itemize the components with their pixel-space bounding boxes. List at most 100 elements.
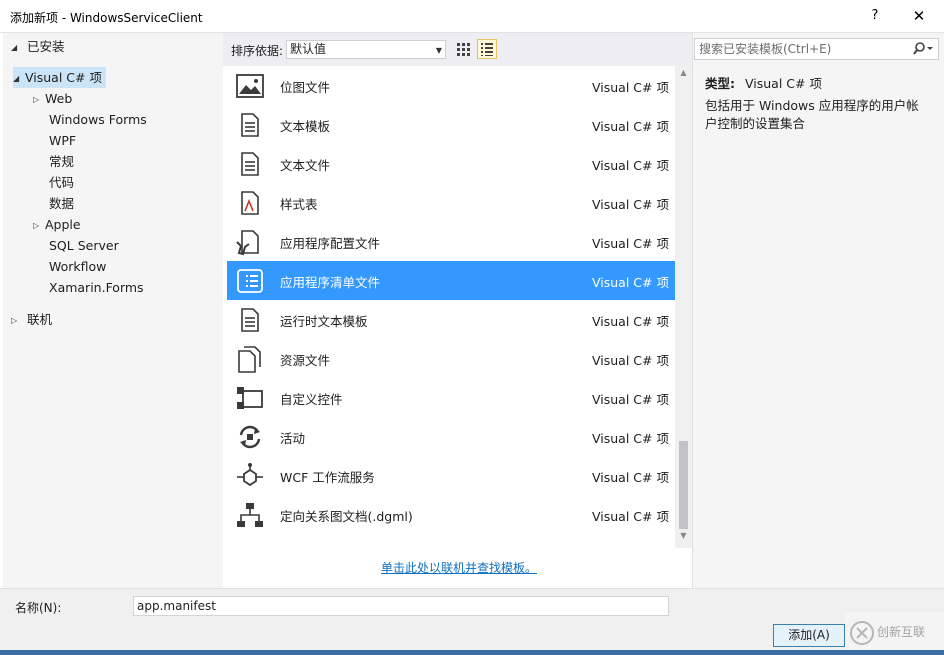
template-name: 文本模板 <box>280 119 331 134</box>
custom-control-icon <box>235 384 265 412</box>
tree-item[interactable]: Workflow <box>33 256 106 277</box>
title-bar: 添加新项 - WindowsServiceClient ? ✕ <box>0 0 944 33</box>
tree-item-label: Windows Forms <box>49 112 147 127</box>
collapsed-arrow-icon: ▷ <box>11 316 18 325</box>
tree-item[interactable]: ▷ Apple <box>33 214 81 235</box>
installed-label: 已安装 <box>26 39 65 54</box>
tree-item[interactable]: 数据 <box>33 193 74 214</box>
chevron-down-icon: ▼ <box>435 46 442 55</box>
online-label: 联机 <box>26 312 52 327</box>
template-item[interactable]: 文本模板 Visual C# 项 <box>227 105 675 144</box>
template-item[interactable]: 样式表 Visual C# 项 <box>227 183 675 222</box>
name-input[interactable]: app.manifest <box>133 596 669 616</box>
template-item[interactable]: 资源文件 Visual C# 项 <box>227 339 675 378</box>
template-name: 样式表 <box>280 197 318 212</box>
tree-item[interactable]: SQL Server <box>33 235 119 256</box>
template-item[interactable]: 定向关系图文档(.dgml) Visual C# 项 <box>227 495 675 534</box>
template-item[interactable]: 应用程序清单文件 Visual C# 项 <box>227 261 675 300</box>
dgml-icon <box>235 501 265 529</box>
watermark-logo: 创新互联 <box>845 612 944 655</box>
config-file-icon <box>235 228 265 256</box>
tree-item-label: 代码 <box>49 175 75 190</box>
grid-view-button[interactable] <box>453 39 473 59</box>
template-type: Visual C# 项 <box>592 158 669 173</box>
item-type: 类型: Visual C# 项 <box>705 73 822 92</box>
tree-item[interactable]: ◢ Visual C# 项 <box>13 67 106 88</box>
text-template-icon <box>235 111 265 139</box>
type-value: Visual C# 项 <box>744 76 822 91</box>
list-scrollbar[interactable]: ▲ ▼ <box>675 66 692 548</box>
tree-item-label: Xamarin.Forms <box>49 280 144 295</box>
add-button[interactable]: 添加(A) <box>773 624 845 647</box>
template-item[interactable]: 活动 Visual C# 项 <box>227 417 675 456</box>
template-type: Visual C# 项 <box>592 470 669 485</box>
list-view-icon <box>481 43 493 56</box>
tree-item-label: 数据 <box>49 196 75 211</box>
search-input[interactable]: 搜索已安装模板(Ctrl+E) <box>694 38 939 60</box>
scroll-thumb[interactable] <box>679 441 688 529</box>
watermark-text: 创新互联 <box>877 625 926 639</box>
template-type: Visual C# 项 <box>592 275 669 290</box>
collapsed-arrow-icon[interactable]: ▷ <box>33 215 45 236</box>
template-type: Visual C# 项 <box>592 314 669 329</box>
template-name: 活动 <box>280 431 306 446</box>
template-name: 运行时文本模板 <box>280 314 368 329</box>
toolbar: 排序依据: 默认值 ▼ <box>223 33 692 66</box>
online-header[interactable]: ▷ 联机 <box>11 309 52 330</box>
collapsed-arrow-icon[interactable]: ▷ <box>33 89 45 110</box>
tree-item-label: SQL Server <box>49 238 119 253</box>
type-label: 类型: <box>705 76 735 91</box>
template-type: Visual C# 项 <box>592 509 669 524</box>
template-type: Visual C# 项 <box>592 392 669 407</box>
tree-item[interactable]: Windows Forms <box>33 109 147 130</box>
template-item[interactable]: WCF 工作流服务 Visual C# 项 <box>227 456 675 495</box>
installed-header[interactable]: ◢ 已安装 <box>3 35 223 59</box>
template-name: 应用程序配置文件 <box>280 236 381 251</box>
tree-item[interactable]: Xamarin.Forms <box>33 277 144 298</box>
runtime-template-icon <box>235 306 265 334</box>
category-panel: ◢ 已安装 ◢ Visual C# 项 ▷ Web Windows Forms WPF 常规… <box>3 33 223 588</box>
manifest-file-icon <box>235 267 265 295</box>
template-item[interactable]: 自定义控件 Visual C# 项 <box>227 378 675 417</box>
tree-item-label: 常规 <box>49 154 75 169</box>
list-view-button[interactable] <box>477 39 497 59</box>
template-name: 文本文件 <box>280 158 331 173</box>
template-name: 自定义控件 <box>280 392 343 407</box>
template-item[interactable]: 文本文件 Visual C# 项 <box>227 144 675 183</box>
template-type: Visual C# 项 <box>592 431 669 446</box>
sort-dropdown[interactable]: 默认值 ▼ <box>286 40 446 59</box>
template-type: Visual C# 项 <box>592 353 669 368</box>
template-item[interactable]: 应用程序配置文件 Visual C# 项 <box>227 222 675 261</box>
item-description: 包括用于 Windows 应用程序的用户帐户控制的设置集合 <box>705 98 919 131</box>
template-item[interactable]: 位图文件 Visual C# 项 <box>227 66 675 105</box>
bitmap-icon <box>235 72 265 100</box>
expanded-arrow-icon[interactable]: ◢ <box>13 68 25 89</box>
tree-item[interactable]: 常规 <box>33 151 74 172</box>
stylesheet-icon <box>235 189 265 217</box>
template-type: Visual C# 项 <box>592 80 669 95</box>
tree-item[interactable]: 代码 <box>33 172 74 193</box>
scroll-down-arrow-icon[interactable]: ▼ <box>675 531 692 545</box>
expanded-arrow-icon: ◢ <box>11 42 18 52</box>
template-name: 应用程序清单文件 <box>280 275 381 290</box>
tree-item[interactable]: ▷ Web <box>33 88 72 109</box>
grid-view-icon <box>457 43 470 56</box>
template-type: Visual C# 项 <box>592 119 669 134</box>
text-file-icon <box>235 150 265 178</box>
template-item[interactable]: 运行时文本模板 Visual C# 项 <box>227 300 675 339</box>
wcf-workflow-icon <box>235 462 265 490</box>
template-type: Visual C# 项 <box>592 197 669 212</box>
tree-item-label: Visual C# 项 <box>25 70 102 85</box>
sort-value: 默认值 <box>290 42 327 56</box>
online-templates-link[interactable]: 单击此处以联机并查找模板。 <box>381 559 537 576</box>
activity-icon <box>235 423 265 451</box>
template-name: 位图文件 <box>280 80 331 95</box>
search-icon <box>913 42 933 55</box>
scroll-up-arrow-icon[interactable]: ▲ <box>675 68 692 82</box>
close-button[interactable]: ✕ <box>902 4 936 28</box>
tree-item[interactable]: WPF <box>33 130 76 151</box>
bottom-bar: 名称(N): app.manifest 添加(A) 创新互联 <box>0 588 944 655</box>
help-button[interactable]: ? <box>860 4 890 28</box>
tree-item-label: Web <box>45 91 73 106</box>
template-name: WCF 工作流服务 <box>280 470 375 485</box>
